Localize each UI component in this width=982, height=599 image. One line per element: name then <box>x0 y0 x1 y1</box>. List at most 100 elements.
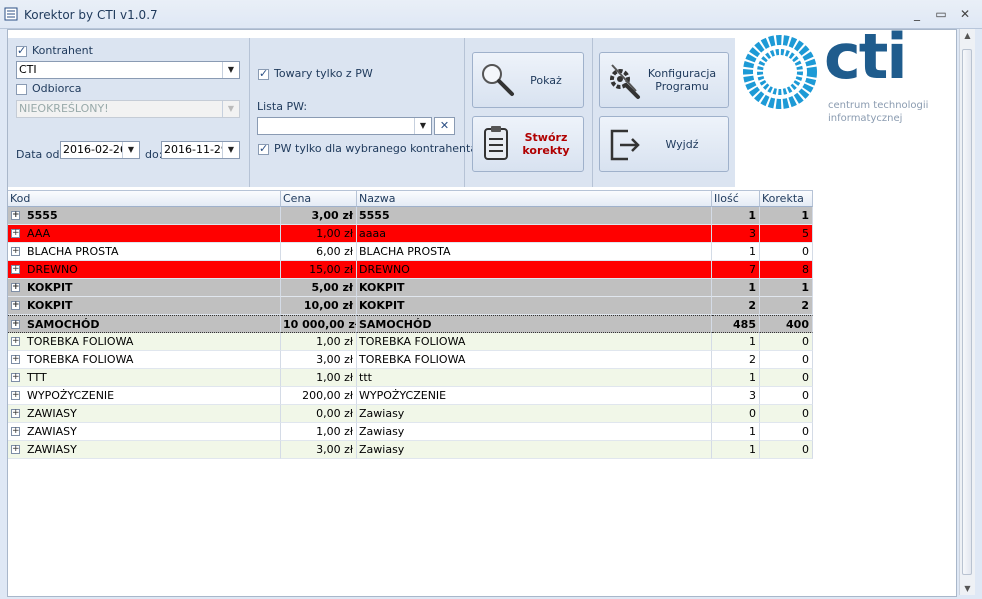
col-header-kod[interactable]: Kod <box>8 190 281 207</box>
pokaz-button[interactable]: Pokaż <box>472 52 584 108</box>
cell-nazwa-text: Zawiasy <box>359 443 405 456</box>
expand-icon[interactable]: + <box>11 301 20 310</box>
col-header-korekta[interactable]: Korekta <box>760 190 813 207</box>
clear-pw-button[interactable]: ✕ <box>434 117 455 135</box>
cell-kod: +5555 <box>8 207 281 225</box>
cell-ilosc-text: 485 <box>733 318 756 331</box>
cell-cena-text: 200,00 zł <box>302 389 353 402</box>
table-row[interactable]: + SAMOCHÓD 10 000,00 zł SAMOCHÓD 485 400 <box>8 315 813 333</box>
konfiguracja-line2: Programu <box>655 80 709 93</box>
expand-icon[interactable]: + <box>11 445 20 454</box>
expand-icon[interactable]: + <box>11 373 20 382</box>
cell-korekta: 1 <box>760 279 813 297</box>
expand-icon[interactable]: + <box>11 355 20 364</box>
chevron-down-icon[interactable]: ▼ <box>222 142 239 158</box>
minimize-button[interactable]: _ <box>908 6 926 22</box>
chevron-down-icon[interactable]: ▼ <box>122 142 139 158</box>
expand-icon[interactable]: + <box>11 427 20 436</box>
expand-icon[interactable]: + <box>11 283 20 292</box>
col-header-nazwa[interactable]: Nazwa <box>357 190 712 207</box>
cell-kod: + BLACHA PROSTA <box>8 243 281 261</box>
table-row[interactable]: + AAA 1,00 zł aaaa 3 5 <box>8 225 813 243</box>
odbiorca-select[interactable]: NIEOKREŚLONY! ▼ <box>16 100 240 118</box>
cell-kod-text: 5555 <box>27 209 58 222</box>
cell-korekta-text: 0 <box>802 389 809 402</box>
col-header-cena[interactable]: Cena <box>281 190 357 207</box>
cell-korekta-text: 0 <box>802 245 809 258</box>
table-row[interactable]: + DREWNO 15,00 zł DREWNO 7 8 <box>8 261 813 279</box>
kontrahent-value: CTI <box>19 63 37 76</box>
lista-pw-select[interactable]: ▼ <box>257 117 432 135</box>
expand-icon[interactable]: + <box>11 391 20 400</box>
wyjdz-button[interactable]: Wyjdź <box>599 116 729 172</box>
expand-icon[interactable]: + <box>11 409 20 418</box>
cell-ilosc: 1 <box>712 423 760 441</box>
table-row[interactable]: +5555 3,00 zł 5555 1 1 <box>8 207 813 225</box>
cell-nazwa-text: DREWNO <box>359 263 410 276</box>
maximize-button[interactable]: ▭ <box>932 6 950 22</box>
table-row[interactable]: + ZAWIASY 0,00 zł Zawiasy 0 0 <box>8 405 813 423</box>
table-row[interactable]: + ZAWIASY 1,00 zł Zawiasy 1 0 <box>8 423 813 441</box>
cell-cena: 15,00 zł <box>281 261 357 279</box>
scroll-down-arrow[interactable]: ▼ <box>960 584 975 593</box>
chevron-down-icon[interactable]: ▼ <box>222 62 239 78</box>
cell-nazwa-text: Zawiasy <box>359 407 405 420</box>
table-row[interactable]: + TOREBKA FOLIOWA 3,00 zł TOREBKA FOLIOWA 2 0 <box>8 351 813 369</box>
close-button[interactable]: ✕ <box>956 6 974 22</box>
date-from-label: Data od: <box>16 148 64 161</box>
cell-kod-text: ZAWIASY <box>27 407 77 420</box>
cell-ilosc-text: 1 <box>749 443 756 456</box>
cti-logo-text: cti <box>824 20 908 93</box>
cell-nazwa-text: TOREBKA FOLIOWA <box>359 335 466 348</box>
scroll-up-arrow[interactable]: ▲ <box>960 31 975 40</box>
cell-cena: 0,00 zł <box>281 405 357 423</box>
expand-icon[interactable]: + <box>11 320 20 329</box>
lista-pw-label: Lista PW: <box>257 100 308 113</box>
date-to-picker[interactable]: 2016-11-29 ▼ <box>161 141 240 159</box>
table-row[interactable]: + BLACHA PROSTA 6,00 zł BLACHA PROSTA 1 0 <box>8 243 813 261</box>
cell-nazwa: 5555 <box>357 207 712 225</box>
cell-nazwa: Zawiasy <box>357 423 712 441</box>
table-row[interactable]: + KOKPIT 10,00 zł KOKPIT 2 2 <box>8 297 813 315</box>
cell-korekta: 0 <box>760 441 813 459</box>
table-row[interactable]: + WYPOŻYCZENIE 200,00 zł WYPOŻYCZENIE 3 0 <box>8 387 813 405</box>
pw-kontrahent-checkbox[interactable] <box>258 142 269 155</box>
cell-nazwa: DREWNO <box>357 261 712 279</box>
towary-checkbox[interactable] <box>258 67 269 80</box>
expand-icon[interactable]: + <box>11 247 20 256</box>
kontrahent-checkbox[interactable] <box>16 44 27 57</box>
cell-nazwa: TOREBKA FOLIOWA <box>357 333 712 351</box>
cell-cena-text: 6,00 zł <box>316 245 353 258</box>
kontrahent-select[interactable]: CTI ▼ <box>16 61 240 79</box>
odbiorca-checkbox[interactable] <box>16 84 27 95</box>
stworz-korekty-button[interactable]: Stwórz korekty <box>472 116 584 172</box>
cell-ilosc: 1 <box>712 333 760 351</box>
table-row[interactable]: + KOKPIT 5,00 zł KOKPIT 1 1 <box>8 279 813 297</box>
cell-kod-text: AAA <box>27 227 51 240</box>
expand-icon[interactable]: + <box>11 337 20 346</box>
expand-icon[interactable]: + <box>11 265 20 274</box>
date-from-picker[interactable]: 2016-02-26 ▼ <box>60 141 140 159</box>
expand-icon[interactable]: + <box>11 229 20 238</box>
konfiguracja-button[interactable]: Konfiguracja Programu <box>599 52 729 108</box>
table-row[interactable]: + ZAWIASY 3,00 zł Zawiasy 1 0 <box>8 441 813 459</box>
table-row[interactable]: + TOREBKA FOLIOWA 1,00 zł TOREBKA FOLIOWA 1 0 <box>8 333 813 351</box>
cell-ilosc: 485 <box>712 315 760 333</box>
wyjdz-label: Wyjdź <box>665 137 699 151</box>
actions-panel: Pokaż Stwórz korekty <box>465 38 593 187</box>
table-row[interactable]: + TTT 1,00 zł ttt 1 0 <box>8 369 813 387</box>
scroll-thumb[interactable] <box>962 49 972 575</box>
vertical-scrollbar[interactable]: ▲ ▼ <box>959 29 975 595</box>
cell-korekta-text: 1 <box>801 281 809 294</box>
col-header-ilosc[interactable]: Ilość <box>712 190 760 207</box>
cell-korekta-text: 1 <box>801 209 809 222</box>
cell-kod-text: DREWNO <box>27 263 78 276</box>
cell-cena: 6,00 zł <box>281 243 357 261</box>
chevron-down-icon[interactable]: ▼ <box>414 118 431 134</box>
cell-nazwa: WYPOŻYCZENIE <box>357 387 712 405</box>
expand-icon[interactable]: + <box>11 211 20 220</box>
cell-cena: 3,00 zł <box>281 351 357 369</box>
cell-kod-text: KOKPIT <box>27 299 73 312</box>
cell-ilosc-text: 1 <box>749 425 756 438</box>
cell-kod-text: KOKPIT <box>27 281 73 294</box>
